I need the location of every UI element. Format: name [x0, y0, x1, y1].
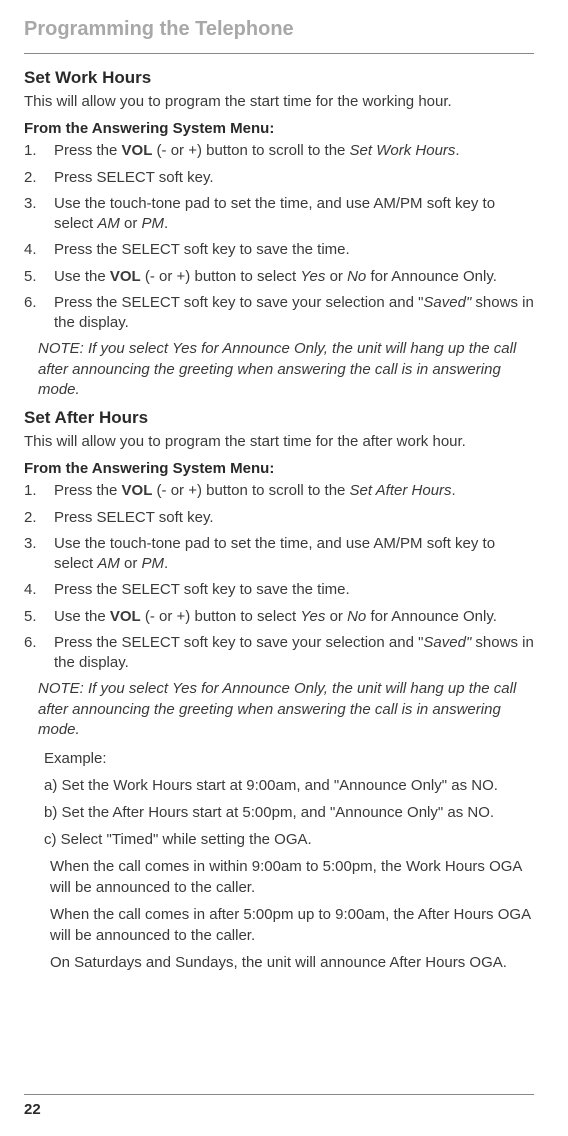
example-c: c) Select "Timed" while setting the OGA.: [44, 829, 534, 850]
step-item: 1.Press the VOL (- or +) button to scrol…: [24, 481, 534, 501]
step-item: 5.Use the VOL (- or +) button to select …: [24, 267, 534, 287]
step-num: 6.: [24, 633, 37, 653]
step-item: 2.Press SELECT soft key.: [24, 168, 534, 188]
step-item: 4.Press the SELECT soft key to save the …: [24, 580, 534, 600]
steps-list: 1.Press the VOL (- or +) button to scrol…: [24, 481, 534, 673]
divider: [24, 53, 534, 54]
step-num: 2.: [24, 508, 37, 528]
section-desc: This will allow you to program the start…: [24, 432, 534, 452]
note-text: NOTE: If you select Yes for Announce Onl…: [24, 339, 534, 400]
example-p2: When the call comes in after 5:00pm up t…: [44, 904, 534, 946]
example-a: a) Set the Work Hours start at 9:00am, a…: [44, 775, 534, 796]
section-desc: This will allow you to program the start…: [24, 92, 534, 112]
step-num: 3.: [24, 534, 37, 554]
step-item: 2.Press SELECT soft key.: [24, 508, 534, 528]
step-item: 3.Use the touch-tone pad to set the time…: [24, 194, 534, 235]
step-num: 3.: [24, 194, 37, 214]
page-footer: 22: [24, 1094, 534, 1118]
footer-divider: [24, 1094, 534, 1095]
menu-heading: From the Answering System Menu:: [24, 460, 534, 477]
step-item: 1.Press the VOL (- or +) button to scrol…: [24, 141, 534, 161]
step-item: 6.Press the SELECT soft key to save your…: [24, 293, 534, 334]
step-item: 3.Use the touch-tone pad to set the time…: [24, 534, 534, 575]
example-label: Example:: [44, 748, 534, 769]
step-num: 2.: [24, 168, 37, 188]
menu-heading: From the Answering System Menu:: [24, 120, 534, 137]
step-num: 6.: [24, 293, 37, 313]
step-item: 5.Use the VOL (- or +) button to select …: [24, 607, 534, 627]
chapter-title: Programming the Telephone: [24, 18, 534, 41]
steps-list: 1.Press the VOL (- or +) button to scrol…: [24, 141, 534, 333]
step-num: 1.: [24, 141, 37, 161]
page-number: 22: [24, 1101, 534, 1118]
section-title-after-hours: Set After Hours: [24, 408, 534, 428]
example-p1: When the call comes in within 9:00am to …: [44, 856, 534, 898]
example-b: b) Set the After Hours start at 5:00pm, …: [44, 802, 534, 823]
step-num: 4.: [24, 240, 37, 260]
step-num: 1.: [24, 481, 37, 501]
note-text: NOTE: If you select Yes for Announce Onl…: [24, 679, 534, 740]
section-title-work-hours: Set Work Hours: [24, 68, 534, 88]
step-num: 4.: [24, 580, 37, 600]
step-num: 5.: [24, 267, 37, 287]
example-block: Example: a) Set the Work Hours start at …: [24, 748, 534, 973]
example-p3: On Saturdays and Sundays, the unit will …: [44, 952, 534, 973]
step-num: 5.: [24, 607, 37, 627]
step-item: 4.Press the SELECT soft key to save the …: [24, 240, 534, 260]
step-item: 6.Press the SELECT soft key to save your…: [24, 633, 534, 674]
